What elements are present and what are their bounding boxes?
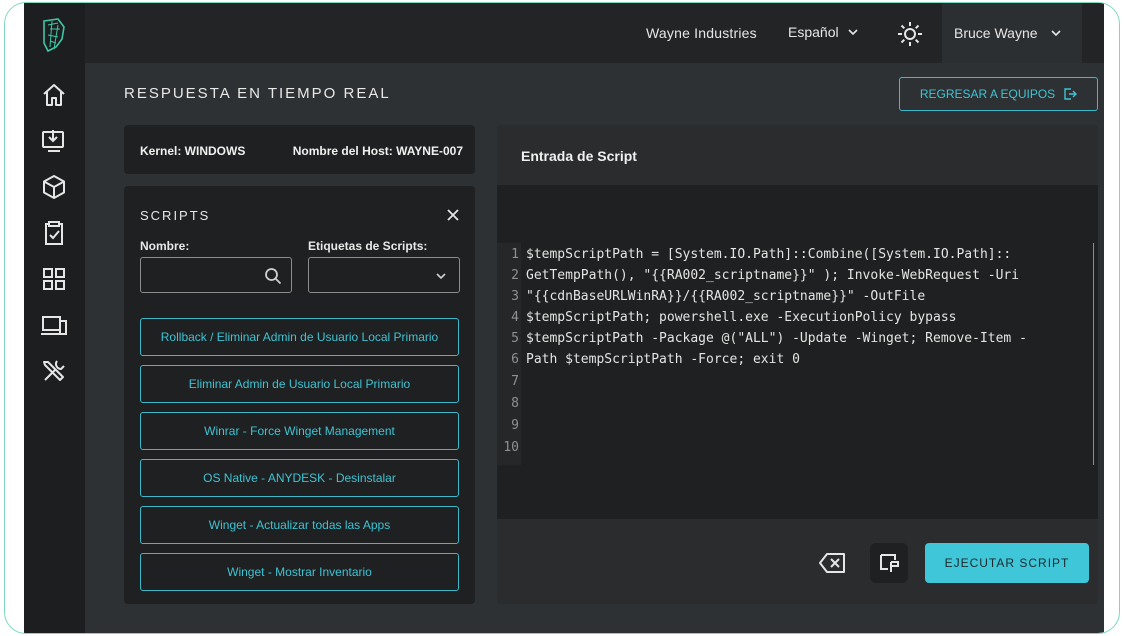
line-number: 1 [511,247,519,262]
window-frame: Wayne Industries Español Bruce Wayne RES… [4,2,1120,634]
user-menu[interactable]: Bruce Wayne [942,3,1082,63]
script-item[interactable]: Winget - Mostrar Inventario [140,553,459,591]
top-bar: Wayne Industries Español Bruce Wayne [85,3,1104,63]
tools-icon[interactable] [40,357,68,385]
back-button-label: REGRESAR A EQUIPOS [919,87,1056,101]
line-number: 5 [511,331,519,346]
chevron-down-icon [1050,30,1061,37]
line-number: 6 [511,352,519,367]
code-editor[interactable]: 1 2 3 4 5 6 7 8 9 10 $tempScriptPath = [… [497,243,1094,465]
code-line: $tempScriptPath = [System.IO.Path]::Comb… [526,247,1012,262]
line-number: 9 [511,418,519,433]
sidebar [24,3,85,633]
tags-label: Etiquetas de Scripts: [308,239,428,253]
language-selector[interactable]: Español [788,24,859,40]
name-label: Nombre: [140,239,190,253]
script-document-icon [880,554,899,572]
line-number: 10 [503,440,519,455]
script-item[interactable]: Winrar - Force Winget Management [140,412,459,450]
line-number: 4 [511,310,519,325]
exit-icon [1064,88,1078,100]
name-search-field [140,257,292,293]
line-number: 7 [511,374,519,389]
scripts-title: SCRIPTS [140,208,211,223]
script-input-header: Entrada de Script [497,125,1098,185]
name-search-input[interactable] [141,258,259,292]
page-title: RESPUESTA EN TIEMPO REAL [124,85,391,102]
code-line: $tempScriptPath; powershell.exe -Executi… [526,310,957,325]
home-icon[interactable] [40,81,68,109]
insert-script-button[interactable] [870,543,908,583]
script-actions-bar: EJECUTAR SCRIPT [497,519,1098,604]
download-computer-icon[interactable] [40,127,68,155]
clipboard-check-icon[interactable] [40,219,68,247]
line-number: 2 [511,268,519,283]
scripts-panel: SCRIPTS Nombre: Etiquetas de Scripts: Ro… [124,186,475,604]
line-number-gutter: 1 2 3 4 5 6 7 8 9 10 [497,243,521,465]
brand-logo-icon[interactable] [38,17,70,53]
script-input-title: Entrada de Script [521,148,637,164]
company-name: Wayne Industries [646,25,757,41]
chevron-down-icon [436,273,446,280]
host-info-card: Kernel: WINDOWS Nombre del Host: WAYNE-0… [124,125,475,174]
language-label: Español [788,24,839,40]
code-line: Path $tempScriptPath -Force; exit 0 [526,352,800,367]
script-item[interactable]: Rollback / Eliminar Admin de Usuario Loc… [140,318,459,356]
back-to-devices-button[interactable]: REGRESAR A EQUIPOS [899,77,1098,111]
line-number: 8 [511,396,519,411]
user-name: Bruce Wayne [954,25,1038,41]
script-item[interactable]: Winget - Actualizar todas las Apps [140,506,459,544]
run-script-button[interactable]: EJECUTAR SCRIPT [925,543,1089,583]
kernel-info: Kernel: WINDOWS [140,144,246,158]
clear-backspace-icon[interactable] [819,551,847,575]
line-number: 3 [511,289,519,304]
app: Wayne Industries Español Bruce Wayne RES… [24,3,1104,633]
theme-toggle-sun-icon[interactable] [897,21,923,47]
script-input-panel: Entrada de Script 1 2 3 4 5 6 7 8 9 10 $… [497,125,1098,604]
devices-icon[interactable] [40,311,68,339]
search-icon[interactable] [264,267,282,285]
cube-icon[interactable] [40,173,68,201]
code-line: $tempScriptPath -Package @("ALL") -Updat… [526,331,1027,346]
hostname-info: Nombre del Host: WAYNE-007 [292,144,463,158]
script-tags-select[interactable] [308,257,460,293]
code-line: "{{cdnBaseURLWinRA}}/{{RA002_scriptname}… [526,289,926,304]
close-icon[interactable] [446,208,460,222]
script-item[interactable]: OS Native - ANYDESK - Desinstalar [140,459,459,497]
chevron-down-icon [848,29,858,36]
apps-grid-icon[interactable] [40,265,68,293]
script-item[interactable]: Eliminar Admin de Usuario Local Primario [140,365,459,403]
code-line: GetTempPath(), "{{RA002_scriptname}}" );… [526,268,1020,283]
